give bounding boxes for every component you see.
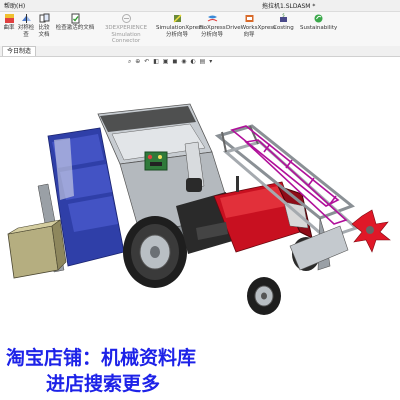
check-active-document-label: 检查激活的文档 (55, 25, 95, 31)
simulationxpress-icon (173, 14, 181, 23)
compare-documents-label: 比较文档 (38, 25, 50, 38)
driveworksxpress-icon (245, 15, 253, 22)
tractor-rear-wheel (123, 216, 187, 288)
sustainability-label: Sustainability (300, 25, 338, 31)
floxpress-button[interactable]: FloXpress 分析向导 (199, 13, 226, 38)
symmetry-check-icon (21, 14, 31, 23)
floxpress-label: FloXpress 分析向导 (199, 25, 226, 38)
compare-documents-button[interactable]: 比较文档 (36, 13, 52, 38)
curvature-button[interactable]: 曲率 (2, 13, 16, 32)
simulationxpress-label: SimulationXpress 分析向导 (156, 25, 204, 38)
costing-label: Costing (273, 25, 294, 31)
driveworksxpress-label: DriveWorksXpress 向导 (226, 25, 276, 38)
compare-documents-icon (39, 13, 49, 23)
symmetry-check-button[interactable]: 对称检查 (17, 13, 35, 38)
costing-button[interactable]: $ Costing (273, 13, 294, 32)
tractor-body (176, 176, 313, 254)
3dexperience-simulation-connector-button[interactable]: 3DEXPERIENCE Simulation Connector (98, 13, 154, 45)
document-title: 拖拉机1.SLDASM * (262, 3, 316, 10)
curvature-icon (4, 14, 14, 23)
tab-make-today[interactable]: 今日制造 (2, 46, 37, 56)
check-active-document-button[interactable]: 检查激活的文档 (55, 13, 95, 32)
ribbon-toolbar: 曲率 对称检查 比较文档 检查激活的文档 3DEXPERIENCE Simula… (0, 12, 400, 47)
red-cutter-blade (351, 209, 391, 253)
svg-text:$: $ (282, 13, 285, 18)
title-bar: 帮助(H) 拖拉机1.SLDASM * (0, 0, 400, 12)
watermark-shop-name: 淘宝店铺：机械资料库 (6, 346, 196, 369)
curvature-label: 曲率 (3, 25, 15, 31)
check-document-icon (71, 13, 79, 24)
watermark-search-more: 进店搜索更多 (46, 372, 160, 395)
symmetry-check-label: 对称检查 (17, 25, 35, 38)
sustainability-icon (314, 14, 322, 23)
3dexperience-icon (121, 14, 131, 23)
driveworksxpress-button[interactable]: DriveWorksXpress 向导 (226, 13, 276, 38)
help-menu[interactable]: 帮助(H) (4, 1, 25, 10)
3dexperience-label: 3DEXPERIENCE Simulation Connector (104, 25, 148, 44)
collection-bin (7, 219, 67, 279)
electronics-board (144, 151, 168, 171)
sustainability-button[interactable]: Sustainability (300, 13, 338, 32)
costing-icon: $ (279, 13, 287, 22)
3d-model-viewport[interactable]: 淘宝店铺：机械资料库 进店搜索更多 (0, 56, 400, 400)
simulationxpress-button[interactable]: SimulationXpress 分析向导 (156, 13, 204, 38)
floxpress-icon (207, 15, 217, 22)
